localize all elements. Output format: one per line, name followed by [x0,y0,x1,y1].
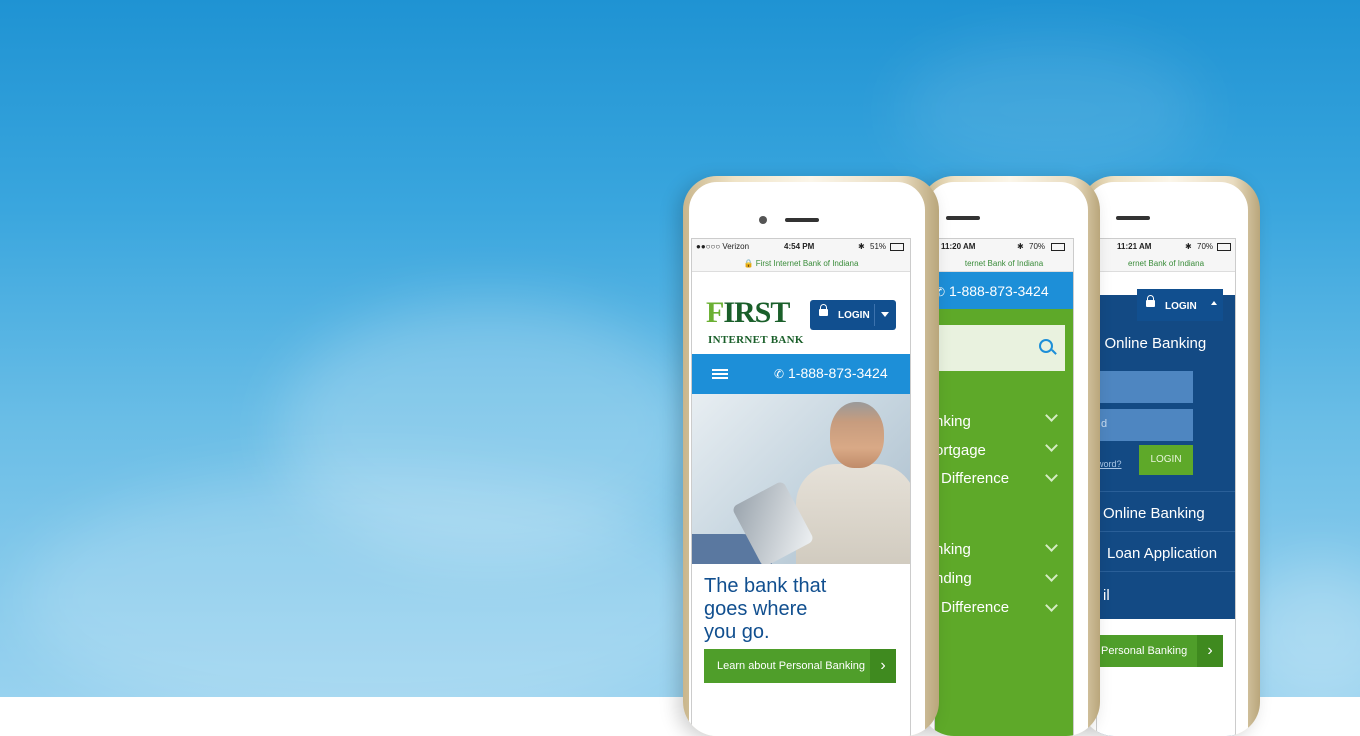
hero-image [692,394,910,564]
battery-icon [1051,243,1065,251]
phone-mockup-1: ●●○○○ Verizon 4:54 PM ✱ 51% 🔒 First Inte… [683,176,939,736]
login-submit-button[interactable]: LOGIN [1139,445,1193,475]
hamburger-menu-icon[interactable] [712,369,728,371]
battery-icon [1217,243,1231,251]
panel-title: l Online Banking [1097,335,1207,352]
phone1-screen: ●●○○○ Verizon 4:54 PM ✱ 51% 🔒 First Inte… [691,238,911,736]
phone-mockup-2: 11:20 AM ✱ 70% ternet Bank of Indiana ✆ … [920,176,1100,736]
battery-level: 51% [870,242,887,251]
personal-banking-button[interactable]: Personal Banking › [1097,635,1223,667]
phone-number-link[interactable]: 1-888-873-3424 [788,365,888,381]
speaker [946,216,980,220]
menu-item-banking[interactable]: nking [935,413,971,430]
bluetooth-icon: ✱ [858,242,865,251]
phone-mockup-3: 11:21 AM ✱ 70% ernet Bank of Indiana T L… [1080,176,1260,736]
chevron-right-icon: › [870,649,896,683]
carrier: ●●○○○ Verizon [696,242,750,251]
clock: 4:54 PM [784,242,815,251]
bank-logo-subtitle: INTERNET BANK [708,334,804,346]
url-bar[interactable]: 🔒 First Internet Bank of Indiana [692,257,910,272]
username-field[interactable] [1097,371,1193,403]
clock: 11:20 AM [941,242,976,251]
clock: 11:21 AM [1117,242,1152,251]
phone2-screen: 11:20 AM ✱ 70% ternet Bank of Indiana ✆ … [934,238,1074,736]
url-bar[interactable]: ternet Bank of Indiana [935,257,1073,272]
lock-icon [819,304,828,316]
battery-icon [890,243,904,251]
cloud [900,40,1200,180]
url-bar[interactable]: ernet Bank of Indiana [1097,257,1235,272]
hero-tagline: The bank that goes where you go. [704,575,827,643]
lock-icon [1146,295,1155,307]
phone-number-link[interactable]: 1-888-873-3424 [949,283,1049,299]
nav-menu-panel [935,309,1073,736]
menu-item-difference[interactable]: Difference [941,470,1009,487]
chevron-right-icon: › [1197,635,1223,667]
menu-item-lending[interactable]: nding [935,570,972,587]
battery-level: 70% [1029,242,1046,251]
phone-bar: ✆ 1-888-873-3424 [935,272,1073,310]
nav-bar: ✆ 1-888-873-3424 [692,354,910,394]
menu-item-banking-2[interactable]: nking [935,541,971,558]
speaker [1116,216,1150,220]
bank-logo[interactable]: FIRST [706,296,790,330]
login-toggle-button[interactable]: LOGIN [1137,289,1223,321]
search-icon [1039,339,1053,353]
bluetooth-icon: ✱ [1185,242,1192,251]
phone3-screen: 11:21 AM ✱ 70% ernet Bank of Indiana T L… [1096,238,1236,736]
bluetooth-icon: ✱ [1017,242,1024,251]
front-camera [759,216,767,224]
speaker [785,218,819,222]
personal-banking-button[interactable]: Learn about Personal Banking › [704,649,896,683]
forgot-password-link[interactable]: word? [1097,459,1122,469]
loan-application-link[interactable]: Loan Application [1107,545,1217,562]
menu-item-difference-2[interactable]: Difference [941,599,1009,616]
chevron-down-icon [881,312,889,317]
login-button[interactable]: LOGIN [810,300,896,330]
search-input[interactable] [935,325,1065,371]
email-link[interactable]: il [1103,587,1110,604]
chevron-up-icon [1211,301,1217,305]
password-field[interactable]: d [1097,409,1193,441]
status-bar: 11:20 AM ✱ 70% [935,239,1073,257]
online-banking-link[interactable]: Online Banking [1103,505,1205,522]
status-bar: 11:21 AM ✱ 70% [1097,239,1235,257]
status-bar: ●●○○○ Verizon 4:54 PM ✱ 51% [692,239,910,257]
menu-item-mortgage[interactable]: ortgage [935,442,986,459]
site-header: FIRST INTERNET BANK LOGIN [692,272,910,354]
phone-icon: ✆ [774,367,785,381]
battery-level: 70% [1197,242,1214,251]
cloud [20,470,720,730]
